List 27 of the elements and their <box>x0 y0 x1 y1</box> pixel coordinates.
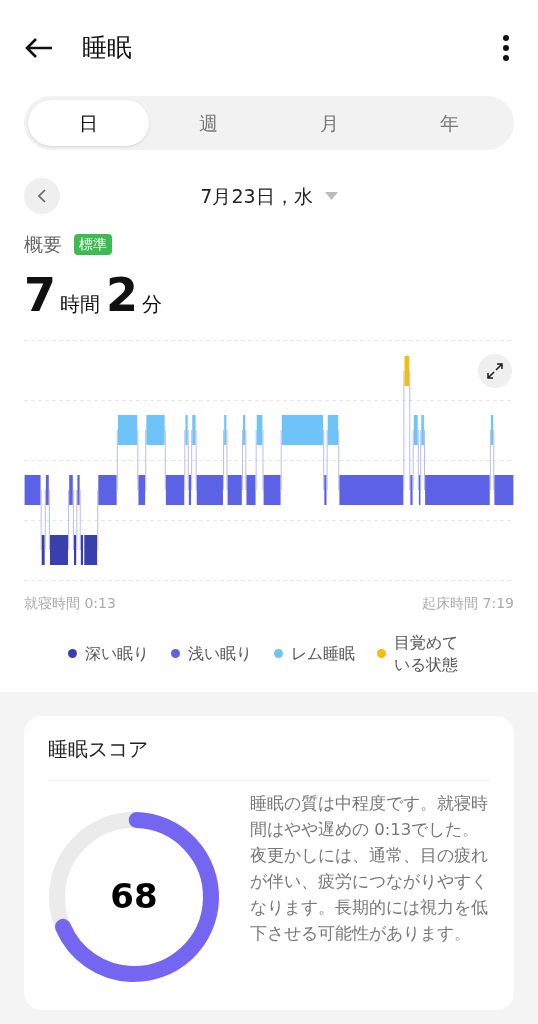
period-tab[interactable]: 年 <box>389 100 510 146</box>
expand-button[interactable] <box>478 353 512 388</box>
legend-label: 深い眠り <box>85 642 149 665</box>
back-icon[interactable] <box>24 37 54 59</box>
more-icon[interactable] <box>502 35 510 61</box>
legend-label: 目覚めている状態 <box>394 631 459 676</box>
period-tab[interactable]: 月 <box>269 100 390 146</box>
duration-minutes: 2 <box>106 266 139 324</box>
status-badge: 標準 <box>74 233 112 255</box>
duration-hours-unit: 時間 <box>60 290 100 318</box>
legend-label: 浅い眠り <box>188 642 252 665</box>
duration-hours: 7 <box>24 266 56 324</box>
period-tab[interactable]: 日 <box>28 100 149 146</box>
duration-minutes-unit: 分 <box>142 290 163 318</box>
legend-label: レム睡眠 <box>291 642 355 665</box>
bedtime-label: 就寝時間 0:13 <box>24 593 116 613</box>
page-title: 睡眠 <box>82 32 132 65</box>
card-title: 睡眠スコア <box>48 733 490 781</box>
date-label[interactable]: 7月23日，水 <box>200 181 313 211</box>
score-description: 睡眠の質は中程度です。就寝時間はやや遅めの 0:13でした。夜更かしには、通常、目の疲れが伴い、疲労につながりやすくなります。長期的には視力を低下させる可能性があります。 <box>250 792 489 945</box>
expand-icon <box>487 362 503 379</box>
wake-time-label: 起床時間 7:19 <box>422 593 514 613</box>
chevron-left-icon <box>38 189 46 203</box>
period-tab[interactable]: 週 <box>148 100 269 146</box>
previous-day-button[interactable] <box>24 178 60 214</box>
summary-label: 概要 <box>24 232 62 257</box>
score-value: 68 <box>110 875 158 918</box>
